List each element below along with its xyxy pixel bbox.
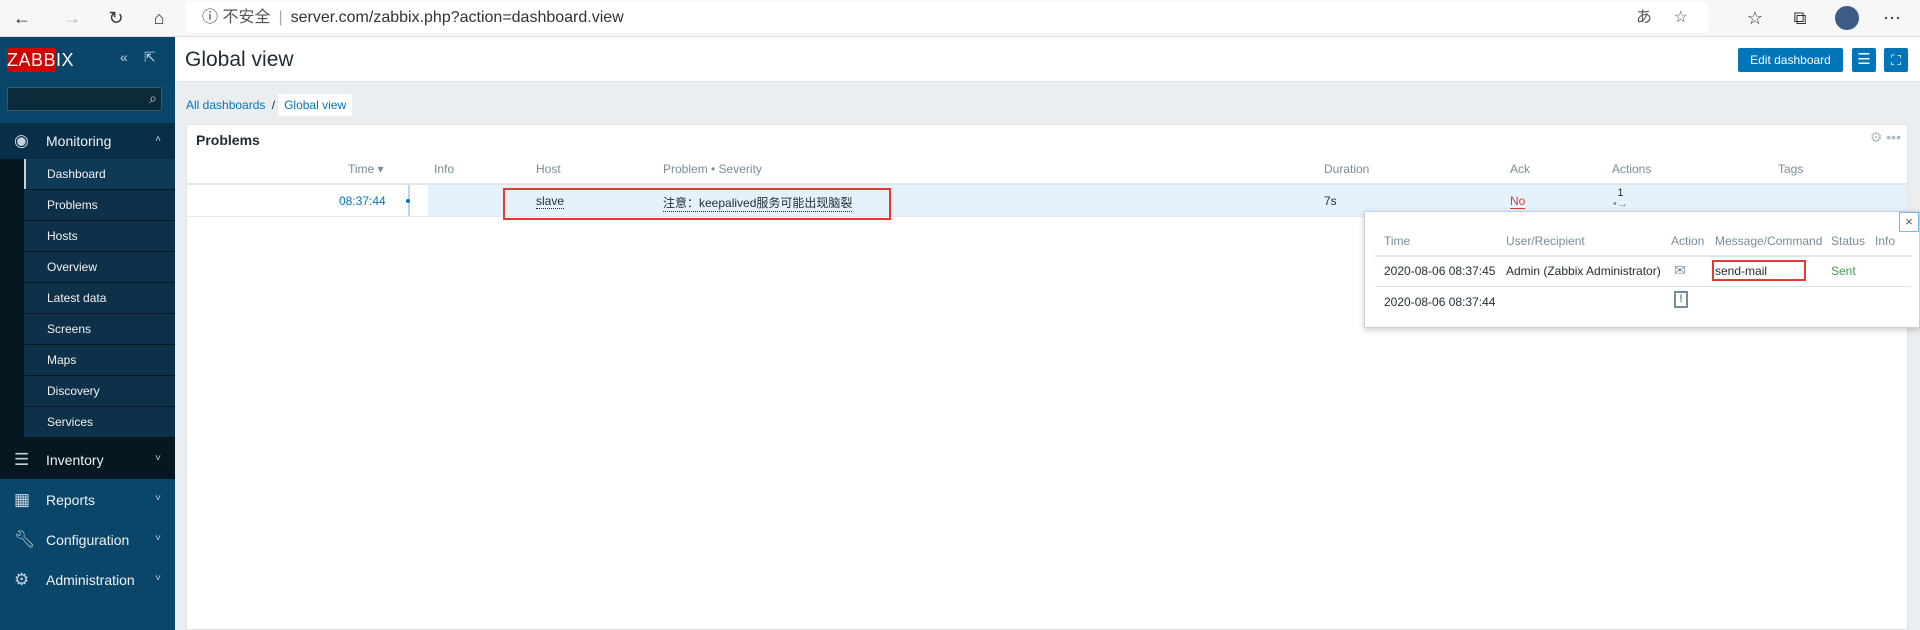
col-problem[interactable]: Problem • Severity	[663, 162, 762, 176]
more-icon[interactable]: •••	[1886, 129, 1901, 145]
monitoring-submenu: Dashboard Problems Hosts Overview Latest…	[0, 159, 175, 479]
actions-popup: × Time User/Recipient Action Message/Com…	[1364, 211, 1920, 328]
star-icon[interactable]: ☆	[1674, 2, 1688, 33]
popup-row-user: Admin (Zabbix Administrator)	[1506, 264, 1661, 278]
collapse-icon[interactable]: «	[120, 49, 128, 65]
sidebar-item-dashboard[interactable]: Dashboard	[24, 159, 175, 189]
highlight-box	[1712, 260, 1806, 281]
sidebar-item-overview[interactable]: Overview	[24, 252, 175, 282]
menu-label: Configuration	[46, 532, 130, 548]
menu-label: Monitoring	[46, 133, 112, 149]
breadcrumb-all-dashboards[interactable]: All dashboards	[186, 98, 265, 112]
sidebar-item-screens[interactable]: Screens	[24, 314, 175, 344]
sidebar-item-monitoring[interactable]: ◉ Monitoring ˄	[0, 123, 175, 159]
favorites-icon[interactable]: ☆	[1743, 6, 1767, 30]
widget-title: Problems	[196, 132, 260, 148]
eye-icon: ◉	[14, 131, 29, 150]
close-icon[interactable]: ×	[1899, 212, 1919, 232]
problems-widget: Problems ⚙ ••• Time ▾ Info Host Problem …	[186, 124, 1908, 630]
zabbix-logo: ZABBIX	[7, 48, 75, 72]
popup-row-time: 2020-08-06 08:37:44	[1384, 295, 1496, 309]
calendar-alert-icon: !	[1674, 291, 1688, 308]
popup-col-info: Info	[1875, 234, 1896, 248]
breadcrumb-current[interactable]: Global view	[278, 94, 353, 116]
back-icon[interactable]: ←	[10, 6, 34, 30]
browser-toolbar: ← → ↻ ⌂ ⓘ 不安全 | server.com/zabbix.php?acti…	[0, 0, 1920, 37]
breadcrumb-separator: /	[271, 98, 276, 112]
sidebar-item-discovery[interactable]: Discovery	[24, 376, 175, 406]
wrench-icon: 🔧︎	[14, 530, 36, 549]
chevron-down-icon: ˅	[155, 573, 161, 584]
actions-arrow-icon: •→	[1613, 198, 1628, 210]
breadcrumb: All dashboards / Global view	[186, 94, 353, 116]
col-duration: Duration	[1324, 162, 1370, 176]
popup-col-action: Action	[1671, 234, 1705, 248]
problem-duration: 7s	[1324, 194, 1337, 208]
insecure-label: 不安全	[222, 9, 271, 26]
edit-dashboard-button[interactable]: Edit dashboard	[1738, 48, 1843, 72]
sidebar-item-maps[interactable]: Maps	[24, 345, 175, 375]
page-title: Global view	[185, 48, 294, 71]
sidebar-item-latest-data[interactable]: Latest data	[24, 283, 175, 313]
menu-icon[interactable]: ☰	[1852, 48, 1876, 72]
gear-icon: ⚙	[14, 570, 30, 589]
chart-icon: ▦	[14, 490, 31, 509]
popup-row-status: Sent	[1831, 264, 1856, 278]
mail-icon: ✉	[1674, 262, 1686, 278]
popup-col-status: Status	[1831, 234, 1866, 248]
search-icon[interactable]: ⌕	[149, 90, 157, 107]
sidebar-item-configuration[interactable]: 🔧︎ Configuration ˅	[0, 522, 175, 558]
col-time[interactable]: Time ▾	[348, 162, 384, 176]
collections-icon[interactable]: ⧉	[1788, 6, 1812, 30]
menu-label: Reports	[46, 492, 96, 508]
popup-col-user: User/Recipient	[1506, 234, 1585, 248]
translate-icon[interactable]: あ	[1636, 2, 1652, 33]
address-bar[interactable]: ⓘ 不安全 | server.com/zabbix.php?action=dashb…	[186, 2, 1708, 33]
gear-icon[interactable]: ⚙	[1870, 129, 1883, 145]
ack-link[interactable]: No	[1510, 194, 1526, 209]
page-header: Global view Edit dashboard ☰ ⛶	[175, 37, 1920, 82]
menu-label: Administration	[46, 572, 135, 588]
popup-col-message: Message/Command	[1715, 234, 1823, 248]
chevron-down-icon: ˅	[155, 533, 161, 544]
sidebar-item-inventory[interactable]: ☰ Inventory ˅	[0, 442, 175, 478]
sidebar-item-services[interactable]: Services	[24, 407, 175, 437]
forward-icon[interactable]: →	[60, 6, 84, 30]
col-info: Info	[434, 162, 455, 176]
sidebar-item-administration[interactable]: ⚙ Administration ˅	[0, 562, 175, 598]
info-icon: ⓘ	[202, 9, 219, 26]
chevron-down-icon: ˅	[155, 453, 161, 464]
home-icon[interactable]: ⌂	[147, 6, 171, 30]
list-icon: ☰	[14, 450, 30, 469]
col-ack: Ack	[1510, 162, 1531, 176]
popup-col-time: Time	[1384, 234, 1411, 248]
chevron-up-icon: ˄	[155, 134, 161, 145]
kiosk-icon[interactable]: ⇱	[144, 49, 156, 66]
popup-row-time: 2020-08-06 08:37:45	[1384, 264, 1496, 278]
timeline-dot	[406, 199, 410, 203]
actions-indicator[interactable]: 1 •→	[1613, 188, 1628, 210]
problem-time[interactable]: 08:37:44	[339, 194, 386, 208]
col-actions: Actions	[1612, 162, 1652, 176]
sidebar: ZABBIX « ⇱ ⌕ ◉ Monitoring ˄ Dashboard Pr…	[0, 37, 175, 630]
sidebar-item-problems[interactable]: Problems	[24, 190, 175, 220]
fullscreen-icon[interactable]: ⛶	[1884, 48, 1908, 72]
url-text: server.com/zabbix.php?action=dashboard.v…	[290, 9, 624, 26]
highlight-box	[503, 188, 891, 220]
sidebar-item-hosts[interactable]: Hosts	[24, 221, 175, 251]
search-input[interactable]: ⌕	[7, 87, 162, 111]
menu-label: Inventory	[46, 452, 104, 468]
sidebar-item-reports[interactable]: ▦ Reports ˅	[0, 482, 175, 518]
col-host[interactable]: Host	[536, 162, 561, 176]
refresh-icon[interactable]: ↻	[104, 6, 128, 30]
chevron-down-icon: ˅	[155, 493, 161, 504]
more-icon[interactable]: ⋯	[1880, 6, 1904, 30]
col-tags: Tags	[1778, 162, 1804, 176]
avatar[interactable]	[1835, 6, 1859, 30]
